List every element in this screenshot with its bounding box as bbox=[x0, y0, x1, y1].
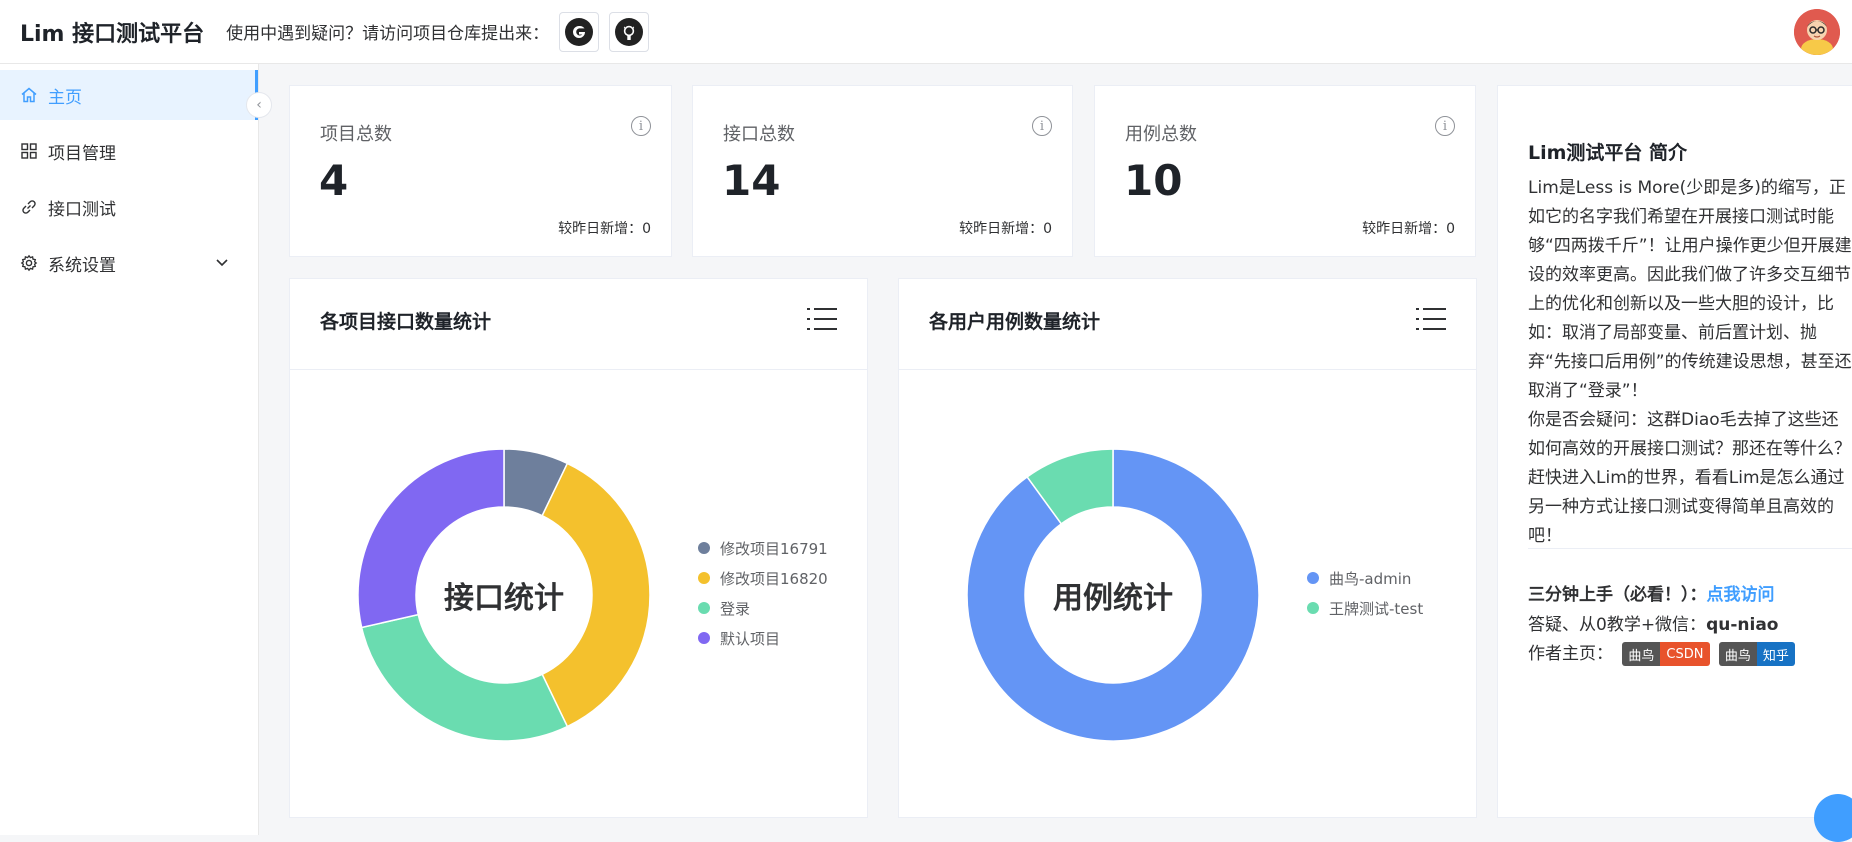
wechat-row: 答疑、从0教学+微信：qu-niao bbox=[1528, 610, 1778, 635]
stat-card-projects: 项目总数 4 i 较昨日新增：0 bbox=[289, 85, 672, 257]
info-icon[interactable]: i bbox=[1435, 116, 1455, 136]
chart-legend: 曲鸟-admin 王牌测试-test bbox=[1307, 563, 1467, 623]
intro-title: Lim测试平台 简介 bbox=[1528, 142, 1688, 164]
legend-item[interactable]: 修改项目1679119 bbox=[698, 533, 828, 563]
divider bbox=[1528, 548, 1852, 549]
github-button[interactable] bbox=[609, 11, 650, 52]
csdn-badge[interactable]: 曲鸟 CSDN bbox=[1622, 642, 1710, 666]
chevron-down-icon bbox=[216, 255, 228, 271]
badge-left: 曲鸟 bbox=[1718, 642, 1757, 666]
chart-card-users: 各用户用例数量统计 用例统计 曲鸟-admin 王牌测试-test bbox=[898, 278, 1477, 818]
legend-label: 王牌测试-test bbox=[1329, 599, 1424, 618]
sidebar: 主页 项目管理 接口测试 系统设置 bbox=[0, 64, 259, 835]
author-row: 作者主页： 曲鸟 CSDN 曲鸟 知乎 bbox=[1528, 639, 1795, 666]
gear-icon bbox=[20, 254, 38, 272]
chart-center-label: 接口统计 bbox=[444, 581, 564, 616]
user-avatar[interactable] bbox=[1794, 9, 1840, 55]
legend-label: 默认项目 bbox=[720, 629, 781, 648]
stat-value: 4 bbox=[319, 156, 349, 205]
stat-title: 用例总数 bbox=[1125, 124, 1197, 145]
wechat-label: 答疑、从0教学+微信： bbox=[1528, 615, 1707, 635]
chart-card-projects: 各项目接口数量统计 接口统计 修改项目1679119修改项目1682044登录默… bbox=[289, 278, 868, 818]
sidebar-item-api-test[interactable]: 接口测试 bbox=[0, 182, 258, 232]
legend-label: 登录 bbox=[720, 599, 751, 618]
legend-dot bbox=[698, 542, 710, 554]
sidebar-item-label: 系统设置 bbox=[48, 255, 116, 276]
chart-legend: 修改项目1679119 修改项目1682044 登录默认项目 bbox=[698, 533, 828, 653]
badge-left: 曲鸟 bbox=[1622, 642, 1661, 666]
stat-value: 14 bbox=[722, 156, 781, 205]
stat-increase: 较昨日新增：0 bbox=[959, 221, 1052, 237]
chart-center-label: 用例统计 bbox=[1053, 581, 1173, 616]
app-logo[interactable]: Lim 接口测试平台 bbox=[20, 16, 204, 48]
stat-increase: 较昨日新增：0 bbox=[1362, 221, 1455, 237]
wechat-id: qu-niao bbox=[1706, 615, 1779, 635]
author-label: 作者主页： bbox=[1528, 644, 1613, 664]
quick-start-link[interactable]: 点我访问 bbox=[1707, 585, 1775, 605]
legend-dot bbox=[698, 632, 710, 644]
top-header: Lim 接口测试平台 使用中遇到疑问？请访问项目仓库提出来： bbox=[0, 0, 1852, 64]
legend-dot bbox=[698, 602, 710, 614]
legend-item[interactable]: 修改项目1682044 bbox=[698, 563, 828, 593]
quick-start-label: 三分钟上手（必看！）： bbox=[1528, 585, 1707, 605]
stat-increase: 较昨日新增：0 bbox=[558, 221, 651, 237]
legend-dot bbox=[698, 572, 710, 584]
donut-slice[interactable] bbox=[360, 613, 569, 742]
intro-card: Lim测试平台 简介 Lim是Less is More(少即是多)的缩写，正如它… bbox=[1497, 85, 1852, 818]
question-text: 使用中遇到疑问？请访问项目仓库提出来： bbox=[226, 24, 550, 44]
stat-card-cases: 用例总数 10 i 较昨日新增：0 bbox=[1094, 85, 1476, 257]
github-icon bbox=[615, 17, 644, 46]
quick-start-row: 三分钟上手（必看！）：点我访问 bbox=[1528, 580, 1775, 605]
legend-item[interactable]: 王牌测试-test bbox=[1307, 593, 1467, 623]
stat-card-apis: 接口总数 14 i 较昨日新增：0 bbox=[692, 85, 1073, 257]
info-icon[interactable]: i bbox=[1032, 116, 1052, 136]
sidebar-item-label: 接口测试 bbox=[48, 199, 116, 220]
sidebar-item-label: 项目管理 bbox=[48, 143, 116, 164]
gitee-icon bbox=[565, 17, 594, 46]
stat-value: 10 bbox=[1124, 156, 1183, 205]
badge-right: 知乎 bbox=[1756, 642, 1795, 666]
sidebar-item-projects[interactable]: 项目管理 bbox=[0, 126, 258, 176]
legend-dot bbox=[1307, 602, 1319, 614]
intro-paragraph: 你是否会疑问：这群Diao毛去掉了这些还如何高效的开展接口测试？那还在等什么？赶… bbox=[1528, 410, 1851, 546]
badge-right: CSDN bbox=[1660, 642, 1710, 666]
zhihu-badge[interactable]: 曲鸟 知乎 bbox=[1718, 642, 1795, 666]
home-icon bbox=[20, 86, 38, 104]
sidebar-item-settings[interactable]: 系统设置 bbox=[0, 238, 258, 288]
link-icon bbox=[20, 198, 38, 216]
sidebar-item-home[interactable]: 主页 bbox=[0, 70, 258, 120]
chevron-left-icon: ‹ bbox=[256, 97, 262, 113]
intro-body: Lim是Less is More(少即是多)的缩写，正如它的名字我们希望在开展接… bbox=[1528, 174, 1852, 551]
legend-label: 修改项目1682044 bbox=[720, 569, 828, 588]
legend-label: 曲鸟-admin bbox=[1329, 569, 1412, 588]
legend-label: 修改项目1679119 bbox=[720, 539, 828, 558]
intro-paragraph: Lim是Less is More(少即是多)的缩写，正如它的名字我们希望在开展接… bbox=[1528, 178, 1852, 401]
legend-item[interactable]: 曲鸟-admin bbox=[1307, 563, 1467, 593]
grid-icon bbox=[20, 142, 38, 160]
sidebar-collapse-button[interactable]: ‹ bbox=[246, 92, 272, 118]
stat-title: 项目总数 bbox=[320, 124, 392, 145]
donut-chart bbox=[966, 448, 1260, 742]
stat-title: 接口总数 bbox=[723, 124, 795, 145]
legend-dot bbox=[1307, 572, 1319, 584]
legend-item[interactable]: 默认项目 bbox=[698, 623, 828, 653]
sidebar-item-label: 主页 bbox=[48, 87, 82, 108]
legend-item[interactable]: 登录 bbox=[698, 593, 828, 623]
info-icon[interactable]: i bbox=[631, 116, 651, 136]
gitee-button[interactable] bbox=[559, 11, 600, 52]
